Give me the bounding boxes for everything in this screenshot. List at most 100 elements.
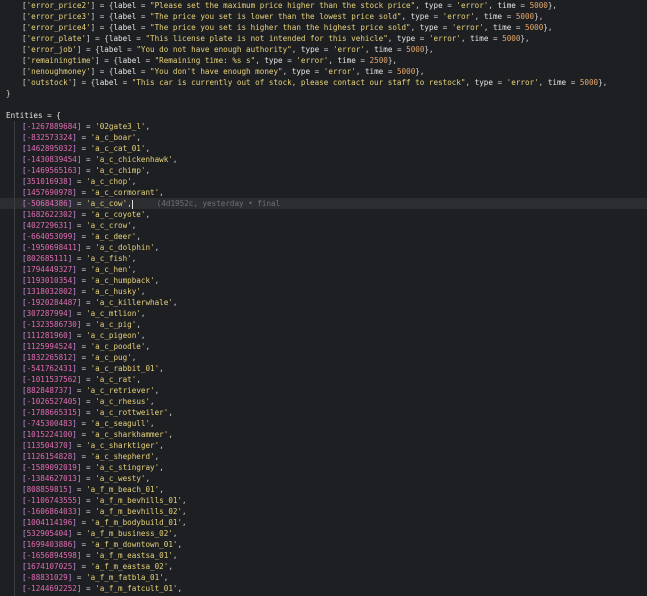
code-line[interactable]: ['error_price4'] = {label = "The price y… (0, 22, 647, 33)
code-line[interactable]: [-1267889684] = '02gate3_l', (0, 121, 647, 132)
entity-hash: 882848737 (26, 386, 68, 395)
entity-hash: 1674107025 (26, 562, 73, 571)
code-line[interactable]: [-1384627013] = 'a_c_westy', (0, 473, 647, 484)
time-value: 5000 (529, 1, 548, 10)
entity-hash: 1015224100 (26, 430, 73, 439)
equals: = (76, 518, 91, 527)
time-property: time (483, 12, 503, 21)
code-line[interactable]: ['error_price2'] = {label = "Please set … (0, 0, 647, 11)
comma: , (291, 45, 301, 54)
code-line-active[interactable]: [-50684386] = 'a_c_cow', (4d1952c, yester… (0, 198, 647, 209)
code-line[interactable]: [-1323586730] = 'a_c_pig', (0, 319, 647, 330)
code-line[interactable]: ['error_price3'] = {label = "The price y… (0, 11, 647, 22)
bracket-close: ] = { (76, 45, 100, 54)
code-line[interactable]: [802685111] = 'a_c_fish', (0, 253, 647, 264)
code-line[interactable]: [113504370] = 'a_c_sharktiger', (0, 440, 647, 451)
code-line[interactable]: [-1106743555] = 'a_f_m_bevhills_01', (0, 495, 647, 506)
entity-hash: -1026527405 (26, 397, 77, 406)
code-line[interactable]: [-1950698411] = 'a_c_dolphin', (0, 242, 647, 253)
code-line[interactable]: [1699403886] = 'a_f_m_downtown_01', (0, 539, 647, 550)
bracket-close: ] = { (86, 34, 109, 43)
entity-hash: 113504370 (26, 441, 68, 450)
entity-name: 'a_c_hen' (90, 265, 132, 274)
time-value: 5000 (515, 12, 535, 21)
equals: = (81, 408, 96, 417)
code-line[interactable]: [307287994] = 'a_c_mtlion', (0, 308, 647, 319)
code-line[interactable]: ['outstock'] = {label = "This car is cur… (0, 77, 647, 88)
code-line[interactable]: [1125994524] = 'a_c_poodle', (0, 341, 647, 352)
code-line[interactable]: [1318032802] = 'a_c_husky', (0, 286, 647, 297)
comma: , (145, 166, 151, 175)
code-line[interactable]: [-1589092019] = 'a_c_stingray', (0, 462, 647, 473)
code-line[interactable]: [111281960] = 'a_c_pigeon', (0, 330, 647, 341)
code-line[interactable]: [1832265812] = 'a_c_pug', (0, 352, 647, 363)
entity-hash: -1323586730 (26, 320, 77, 329)
comma: , (460, 34, 471, 43)
type-value: 'error' (296, 56, 329, 65)
code-line[interactable]: [402729631] = 'a_c_crow', (0, 220, 647, 231)
equals: = (72, 331, 87, 340)
code-line[interactable]: [-1788665315] = 'a_c_rottweiler', (0, 407, 647, 418)
comma: , (172, 529, 178, 538)
equals: = (76, 452, 91, 461)
code-line[interactable]: [1674107025] = 'a_f_m_eastsa_02', (0, 561, 647, 572)
code-line[interactable]: ['error_plate'] = {label = "This license… (0, 33, 647, 44)
equals: = (118, 78, 132, 87)
comma: , (154, 452, 160, 461)
code-line[interactable]: [1682622302] = 'a_c_coyote', (0, 209, 647, 220)
code-line[interactable]: } (0, 88, 647, 99)
code-line[interactable]: [-88831029] = 'a_f_m_fatbla_01', (0, 572, 647, 583)
type-value: 'error' (506, 78, 539, 87)
code-line[interactable]: [1462895032] = 'a_c_cat_01', (0, 143, 647, 154)
entity-name: 'a_c_chimp' (95, 166, 146, 175)
code-line[interactable]: [882848737] = 'a_c_retriever', (0, 385, 647, 396)
comma: , (154, 386, 160, 395)
comma: , (136, 133, 141, 142)
entity-name: 'a_f_m_bevhills_01' (95, 496, 183, 505)
code-line[interactable]: [-664053099] = 'a_c_deer', (0, 231, 647, 242)
code-line[interactable]: [1794449327] = 'a_c_hen', (0, 264, 647, 275)
code-line[interactable]: [532905404] = 'a_f_m_business_02', (0, 528, 647, 539)
code-line[interactable]: Entities = { (0, 110, 647, 121)
label-value: "Remaining time: %s s" (154, 56, 256, 65)
equals: = (72, 386, 87, 395)
code-line[interactable]: [-745300483] = 'a_c_seagull', (0, 418, 647, 429)
code-line[interactable]: [1457690978] = 'a_c_cormorant', (0, 187, 647, 198)
equals: = (488, 34, 503, 43)
code-line[interactable]: [-1920284487] = 'a_c_killerwhale', (0, 297, 647, 308)
comma: , (182, 507, 187, 516)
code-editor[interactable]: ['error_price2'] = {label = "Please set … (0, 0, 647, 596)
code-line[interactable]: [-541762431] = 'a_c_rabbit_01', (0, 363, 647, 374)
code-line[interactable]: [808859815] = 'a_f_m_beach_01', (0, 484, 647, 495)
code-line[interactable]: ['nenoughmoney'] = {label = "You don't h… (0, 66, 647, 77)
code-line[interactable]: [-1244692252] = 'a_f_m_fatcult_01', (0, 583, 647, 594)
code-line[interactable]: [-1656894598] = 'a_f_m_eastsa_01', (0, 550, 647, 561)
equals: = (511, 23, 525, 32)
entity-name: 'a_c_chickenhawk' (95, 155, 173, 164)
time-property: time (364, 67, 384, 76)
equals: = (72, 199, 87, 208)
code-line[interactable]: ['remainingtime'] = {label = "Remaining … (0, 55, 647, 66)
close-brace: }, (424, 45, 434, 54)
code-line[interactable]: [1015224100] = 'a_c_sharkhammer', (0, 429, 647, 440)
code-line[interactable]: [-832573324] = 'a_c_boar', (0, 132, 647, 143)
code-line[interactable]: [-1606864033] = 'a_f_m_bevhills_02', (0, 506, 647, 517)
code-line[interactable]: [1004114196] = 'a_f_m_bodybuild_01', (0, 517, 647, 528)
equals: = (428, 12, 443, 21)
comma: , (159, 188, 164, 197)
code-line[interactable]: [-1469565163] = 'a_c_chimp', (0, 165, 647, 176)
equals: = (502, 12, 516, 21)
message-key: 'error_price4' (26, 23, 91, 32)
code-line[interactable]: [-1026527405] = 'a_c_rhesus', (0, 396, 647, 407)
comma: , (136, 320, 141, 329)
type-value: 'error' (442, 12, 475, 21)
entity-name: 'a_c_pug' (90, 353, 132, 362)
entity-name: 'a_f_m_beach_01' (86, 485, 160, 494)
code-line[interactable]: ['error_job'] = {label = "You do not hav… (0, 44, 647, 55)
code-line[interactable]: [351016938] = 'a_c_chop', (0, 176, 647, 187)
comma: , (150, 419, 155, 428)
code-line[interactable]: [-1011537562] = 'a_c_rat', (0, 374, 647, 385)
code-line[interactable]: [-1430839454] = 'a_c_chickenhawk', (0, 154, 647, 165)
code-line[interactable]: [1126154828] = 'a_c_shepherd', (0, 451, 647, 462)
code-line[interactable]: [1193010354] = 'a_c_humpback', (0, 275, 647, 286)
